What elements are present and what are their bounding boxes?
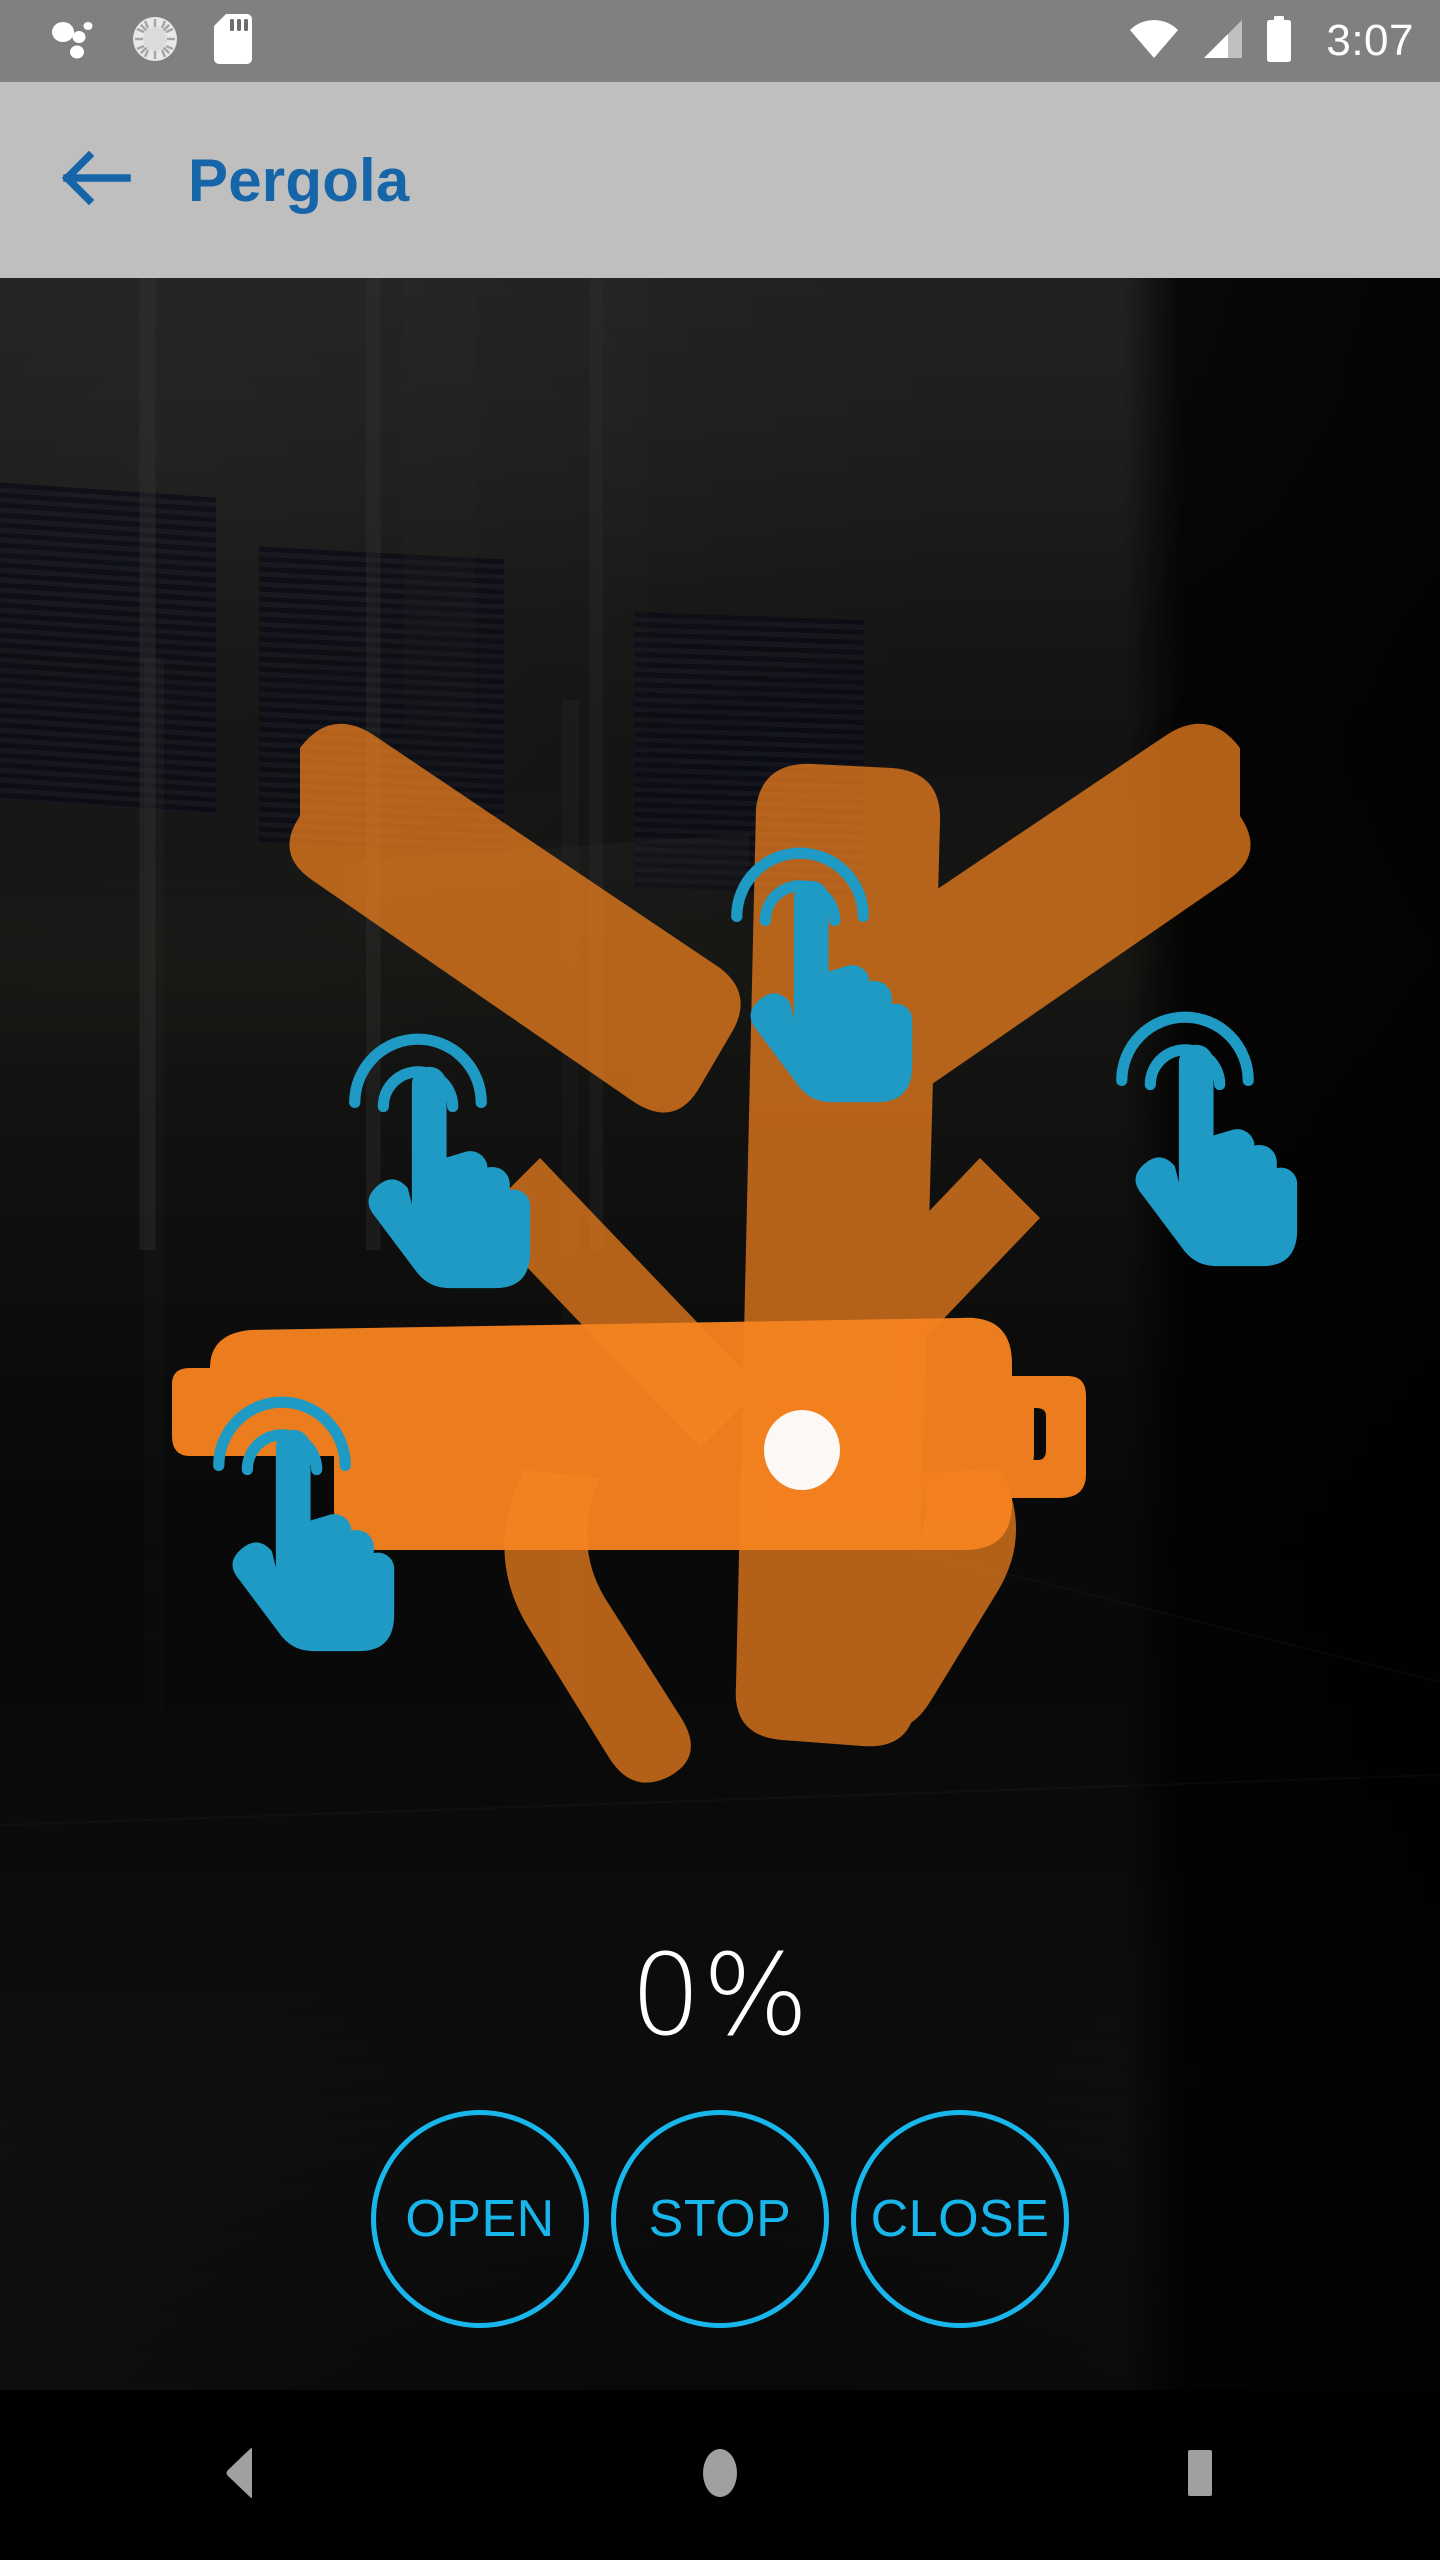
- android-nav-bar: [0, 2390, 1440, 2560]
- command-button-row: OPEN STOP CLOSE: [371, 2110, 1069, 2328]
- square-icon: [1180, 2447, 1220, 2504]
- status-bar-clock: 3:07: [1326, 16, 1414, 65]
- wifi-icon: [1128, 18, 1180, 65]
- status-bar: 3:07: [0, 0, 1440, 82]
- control-panel: 0% OPEN STOP CLOSE: [0, 1920, 1440, 2390]
- app-bar: Pergola: [0, 82, 1440, 278]
- stop-button[interactable]: STOP: [611, 2110, 829, 2328]
- arrow-back-icon: [59, 148, 133, 213]
- sd-card-icon: [214, 13, 252, 69]
- status-bar-left-icons: [50, 13, 252, 69]
- circle-icon: [697, 2447, 743, 2504]
- back-button[interactable]: [48, 132, 144, 228]
- nav-home-button[interactable]: [630, 2415, 810, 2535]
- pergola-stage: 0% OPEN STOP CLOSE: [0, 278, 1440, 2390]
- triangle-left-icon: [218, 2447, 262, 2504]
- nav-back-button[interactable]: [150, 2415, 330, 2535]
- bubbles-icon: [50, 16, 96, 67]
- tap-hotspot-front-bar[interactable]: [219, 1402, 394, 1651]
- tap-hotspot-center-arm[interactable]: [737, 853, 912, 1102]
- close-button[interactable]: CLOSE: [851, 2110, 1069, 2328]
- nav-recents-button[interactable]: [1110, 2415, 1290, 2535]
- status-bar-right-icons: 3:07: [1128, 15, 1414, 67]
- position-percent: 0%: [630, 1931, 810, 2061]
- open-button[interactable]: OPEN: [371, 2110, 589, 2328]
- tap-hotspot-left-arm[interactable]: [355, 1039, 530, 1288]
- page-title: Pergola: [188, 146, 410, 214]
- tap-hotspot-right-arm[interactable]: [1122, 1017, 1297, 1266]
- sunburst-icon: [130, 14, 180, 69]
- battery-icon: [1264, 15, 1294, 67]
- cellular-signal-icon: [1198, 18, 1246, 65]
